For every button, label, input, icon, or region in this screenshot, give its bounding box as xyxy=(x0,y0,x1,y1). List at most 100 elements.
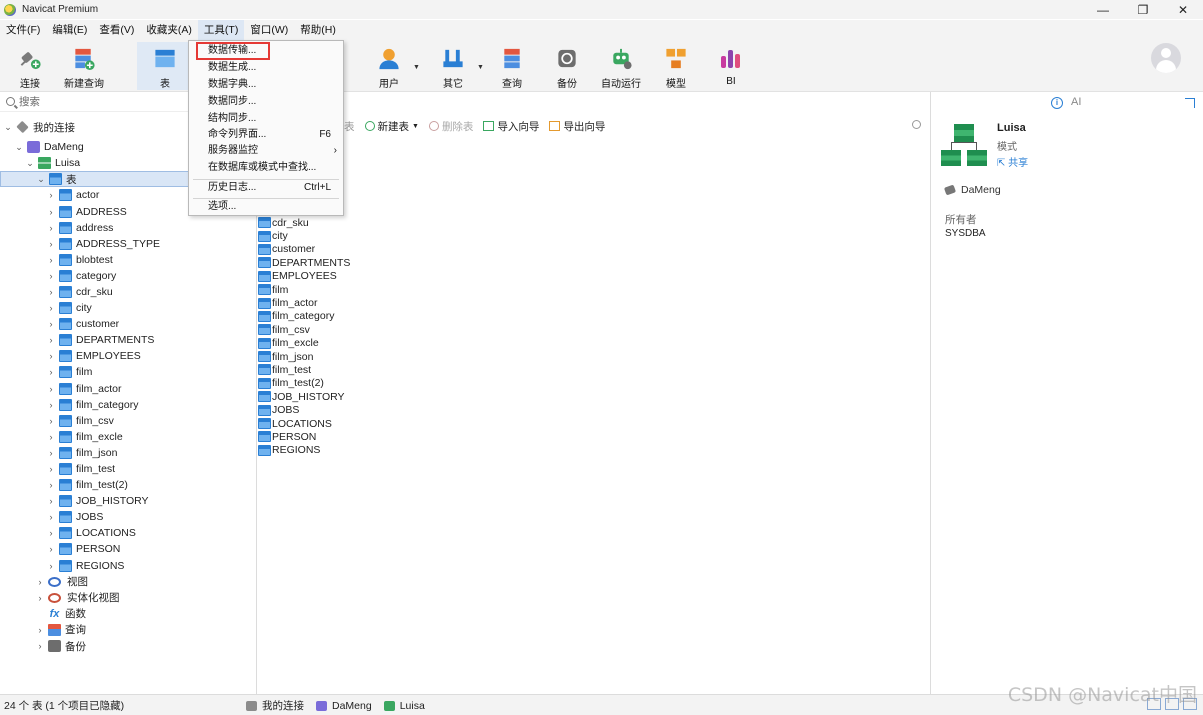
chevron-right-icon[interactable]: › xyxy=(46,303,56,313)
menu-view[interactable]: 查看(V) xyxy=(93,20,140,40)
tree-table-item[interactable]: › REGIONS xyxy=(0,558,256,574)
tree-table-item[interactable]: › category xyxy=(0,268,256,284)
chevron-right-icon[interactable]: › xyxy=(46,432,56,442)
tree-table-item[interactable]: › film_actor xyxy=(0,381,256,397)
other-dropdown-icon[interactable]: ▼ xyxy=(477,64,484,71)
tree-table-item[interactable]: › EMPLOYEES xyxy=(0,348,256,364)
tree-views-node[interactable]: › 视图 xyxy=(0,574,256,590)
minimize-button[interactable]: — xyxy=(1083,0,1123,19)
tree-materialized-views-node[interactable]: › 实体化视图 xyxy=(0,590,256,606)
chevron-down-icon[interactable]: ⌄ xyxy=(25,158,35,169)
menu-find-in-database[interactable]: 在数据库或模式中查找... xyxy=(189,160,343,176)
chevron-right-icon[interactable]: › xyxy=(46,319,56,329)
tree-table-item[interactable]: › JOB_HISTORY xyxy=(0,493,256,509)
chevron-right-icon[interactable]: › xyxy=(46,207,56,217)
object-list-item[interactable]: cdr_sku xyxy=(257,216,457,229)
chevron-right-icon[interactable]: › xyxy=(46,287,56,297)
chevron-down-icon[interactable]: ▼ xyxy=(412,123,419,130)
chevron-right-icon[interactable]: › xyxy=(46,512,56,522)
connect-button[interactable]: 连接 xyxy=(2,42,58,90)
object-list-item[interactable]: REGIONS xyxy=(257,444,457,457)
chevron-down-icon[interactable]: ⌄ xyxy=(36,174,46,185)
model-button[interactable]: 模型 xyxy=(648,42,704,90)
search-icon[interactable] xyxy=(912,120,921,129)
menu-edit[interactable]: 编辑(E) xyxy=(46,20,93,40)
chevron-right-icon[interactable]: › xyxy=(35,593,45,603)
bi-button[interactable]: BI xyxy=(703,42,759,90)
import-wizard-button[interactable]: 导入向导 xyxy=(483,119,539,134)
object-list-item[interactable]: EMPLOYEES xyxy=(257,270,457,283)
chevron-right-icon[interactable]: › xyxy=(46,561,56,571)
delete-table-button[interactable]: 删除表 xyxy=(428,119,473,134)
design-table-button[interactable]: 表 xyxy=(344,119,355,134)
chevron-right-icon[interactable]: › xyxy=(46,464,56,474)
tree-backups-node[interactable]: › 备份 xyxy=(0,638,256,654)
new-table-button[interactable]: 新建表 ▼ xyxy=(364,119,419,134)
tree-table-item[interactable]: › film xyxy=(0,364,256,380)
tree-table-item[interactable]: › film_test xyxy=(0,461,256,477)
object-list-item[interactable]: film xyxy=(257,283,457,296)
chevron-right-icon[interactable]: › xyxy=(46,528,56,538)
menu-data-dictionary[interactable]: 数据字典... xyxy=(189,77,343,93)
object-list-item[interactable]: customer xyxy=(257,243,457,256)
table-button[interactable]: 表 xyxy=(137,42,193,90)
tree-table-item[interactable]: › DEPARTMENTS xyxy=(0,332,256,348)
menu-server-monitor[interactable]: 服务器监控 › xyxy=(189,143,343,159)
chevron-right-icon[interactable]: › xyxy=(35,577,45,587)
object-list-item[interactable]: film_csv xyxy=(257,323,457,336)
menu-file[interactable]: 文件(F) xyxy=(0,20,46,40)
chevron-right-icon[interactable]: › xyxy=(46,335,56,345)
menu-tools[interactable]: 工具(T) xyxy=(197,20,245,40)
expand-icon[interactable] xyxy=(1185,98,1195,108)
object-list-item[interactable]: film_excle xyxy=(257,337,457,350)
chevron-right-icon[interactable]: › xyxy=(46,351,56,361)
object-list-item[interactable]: city xyxy=(257,229,457,242)
chevron-right-icon[interactable]: › xyxy=(46,223,56,233)
info-icon[interactable]: i xyxy=(1051,97,1063,109)
tree-table-item[interactable]: › city xyxy=(0,300,256,316)
object-list-item[interactable]: film_actor xyxy=(257,296,457,309)
tree-table-item[interactable]: › film_csv xyxy=(0,413,256,429)
chevron-right-icon[interactable]: › xyxy=(46,190,56,200)
object-list-item[interactable]: JOBS xyxy=(257,403,457,416)
menu-history-log[interactable]: 历史日志... Ctrl+L xyxy=(189,180,343,196)
menu-favorites[interactable]: 收藏夹(A) xyxy=(140,20,198,40)
ai-tab[interactable]: AI xyxy=(1071,96,1081,108)
avatar[interactable] xyxy=(1151,43,1181,73)
object-list-item[interactable]: film_test(2) xyxy=(257,377,457,390)
tree-table-item[interactable]: › film_category xyxy=(0,397,256,413)
breadcrumb-connections[interactable]: 我的连接 xyxy=(246,698,304,713)
tree-table-item[interactable]: › ADDRESS_TYPE xyxy=(0,236,256,252)
other-button[interactable]: 其它 xyxy=(425,42,481,90)
menu-command-line[interactable]: 命令列界面... F6 xyxy=(189,127,343,143)
export-wizard-button[interactable]: 导出向导 xyxy=(549,119,605,134)
tree-table-item[interactable]: › JOBS xyxy=(0,509,256,525)
chevron-right-icon[interactable]: › xyxy=(46,448,56,458)
menu-help[interactable]: 帮助(H) xyxy=(294,20,342,40)
user-button[interactable]: 用户 xyxy=(361,42,417,90)
chevron-down-icon[interactable]: ⌄ xyxy=(3,122,13,133)
chevron-right-icon[interactable]: › xyxy=(46,496,56,506)
chevron-right-icon[interactable]: › xyxy=(46,544,56,554)
menu-data-transfer[interactable]: 数据传输... xyxy=(196,42,270,60)
maximize-button[interactable]: ❐ xyxy=(1123,0,1163,19)
object-list-item[interactable]: film_json xyxy=(257,350,457,363)
chevron-right-icon[interactable]: › xyxy=(46,400,56,410)
object-list-item[interactable]: PERSON xyxy=(257,430,457,443)
chevron-right-icon[interactable]: › xyxy=(46,239,56,249)
chevron-down-icon[interactable]: ⌄ xyxy=(14,142,24,153)
object-list-item[interactable]: LOCATIONS xyxy=(257,417,457,430)
chevron-right-icon[interactable]: › xyxy=(46,271,56,281)
tree-queries-node[interactable]: › 查询 xyxy=(0,622,256,638)
object-list-item[interactable]: film_test xyxy=(257,363,457,376)
tree-table-item[interactable]: › customer xyxy=(0,316,256,332)
tree-table-item[interactable]: › address xyxy=(0,220,256,236)
tree-table-item[interactable]: › PERSON xyxy=(0,541,256,557)
object-list-item[interactable]: JOB_HISTORY xyxy=(257,390,457,403)
tree-table-item[interactable]: › blobtest xyxy=(0,252,256,268)
share-link[interactable]: ⇱ 共享 xyxy=(997,154,1028,169)
breadcrumb-dameng[interactable]: DaMeng xyxy=(316,700,372,712)
object-list-item[interactable]: DEPARTMENTS xyxy=(257,256,457,269)
menu-data-generation[interactable]: 数据生成... xyxy=(189,60,343,76)
breadcrumb-luisa[interactable]: Luisa xyxy=(383,700,425,712)
